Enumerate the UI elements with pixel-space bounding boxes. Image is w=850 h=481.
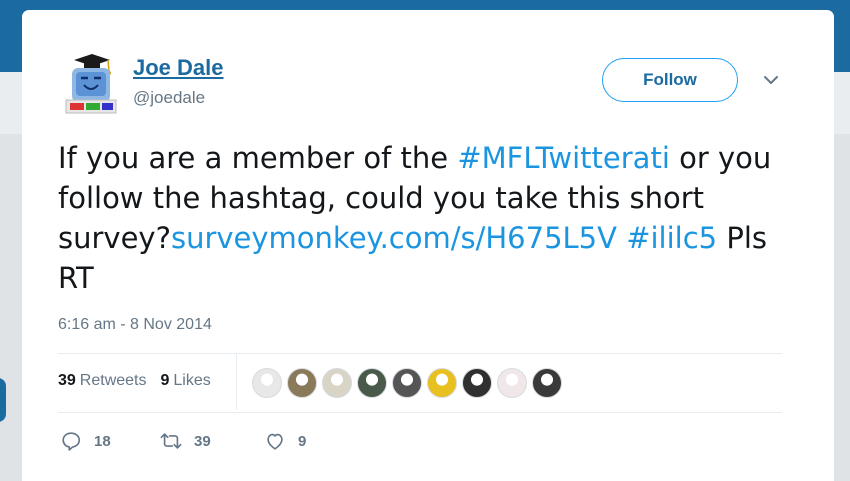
liker-avatar-6[interactable] (427, 368, 457, 398)
tweet-timestamp[interactable]: 6:16 am - 8 Nov 2014 (58, 316, 212, 334)
retweets-stat[interactable]: 39 Retweets (58, 372, 147, 390)
heart-icon (267, 433, 283, 450)
author-handle: @joedale (133, 88, 206, 107)
reply-icon (62, 432, 81, 451)
likes-stat[interactable]: 9 Likes (161, 372, 211, 390)
retweets-label: Retweets (79, 372, 147, 389)
liker-avatar-9[interactable] (532, 368, 562, 398)
retweet-icon (160, 433, 182, 449)
liker-avatars (252, 368, 562, 398)
liker-avatar-1[interactable] (252, 368, 282, 398)
liker-avatar-3[interactable] (322, 368, 352, 398)
liker-avatar-7[interactable] (462, 368, 492, 398)
likes-label: Likes (173, 372, 211, 389)
reply-button[interactable]: 18 (60, 430, 160, 452)
chevron-down-icon[interactable] (761, 70, 781, 90)
author-avatar[interactable] (62, 54, 118, 116)
tweet-actions: 18 39 9 (60, 430, 306, 452)
retweet-action-count: 39 (194, 432, 211, 450)
survey-link[interactable]: surveymonkey.com/s/H675L5V (171, 221, 617, 255)
like-count: 9 (298, 432, 307, 450)
retweet-button[interactable]: 39 (160, 430, 264, 452)
divider (58, 353, 782, 354)
tweet-stats: 39 Retweets 9 Likes (58, 372, 211, 390)
author-name[interactable]: Joe Dale (133, 55, 224, 81)
tweet-card: Joe Dale @joedale Follow If you are a me… (22, 10, 834, 481)
tweet-text-part: If you are a member of the (58, 141, 458, 175)
stats-separator (236, 354, 237, 410)
likes-count: 9 (160, 372, 170, 389)
liker-avatar-5[interactable] (392, 368, 422, 398)
side-tab (0, 378, 6, 422)
follow-button[interactable]: Follow (602, 58, 738, 102)
hashtag-link[interactable]: #ililc5 (626, 221, 717, 255)
tweet-text: If you are a member of the #MFLTwitterat… (58, 138, 798, 298)
hashtag-link[interactable]: #MFLTwitterati (457, 141, 670, 175)
liker-avatar-8[interactable] (497, 368, 527, 398)
liker-avatar-4[interactable] (357, 368, 387, 398)
retweets-count: 39 (58, 372, 76, 389)
divider (58, 412, 782, 413)
tweet-text-part (617, 221, 626, 255)
liker-avatar-2[interactable] (287, 368, 317, 398)
reply-count: 18 (94, 432, 111, 450)
like-button[interactable]: 9 (264, 430, 306, 452)
